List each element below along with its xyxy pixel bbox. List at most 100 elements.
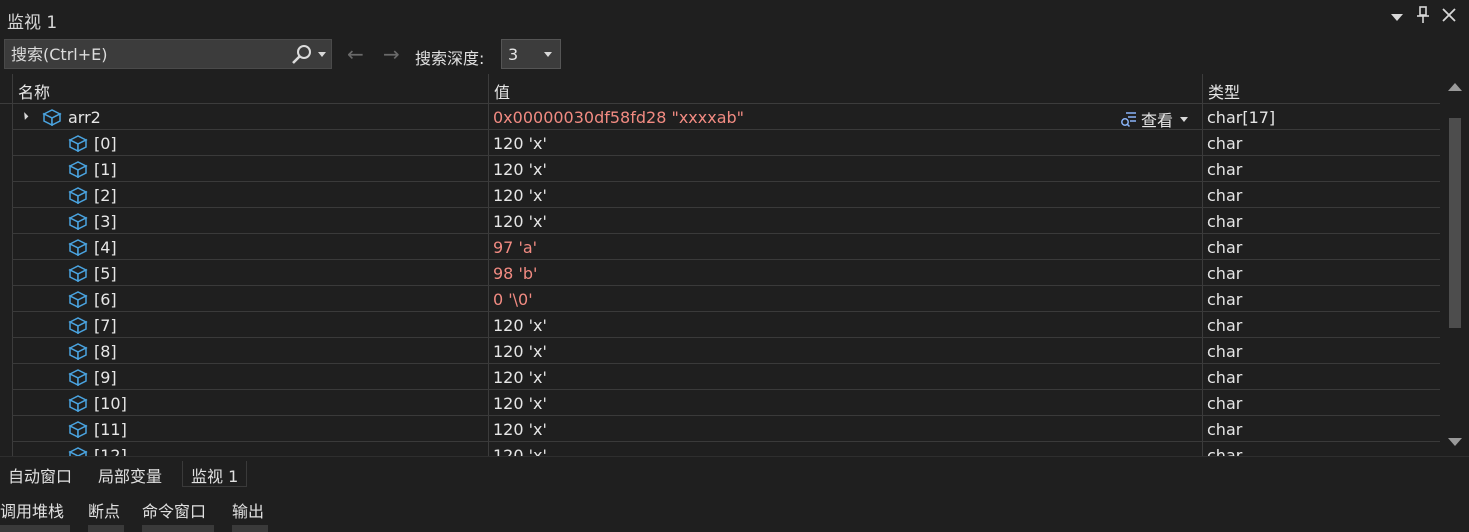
tab-underline — [88, 525, 124, 532]
watch-toolbar: ← → 搜索深度: 3 — [0, 36, 1469, 74]
table-row-parent[interactable]: arr2 0x00000030df58fd28 "xxxxab" 查看 char… — [12, 104, 1440, 130]
row-value: 98 'b' — [493, 264, 538, 283]
row-value: 120 'x' — [493, 342, 547, 361]
watch-grid: 名称 值 类型 arr2 0x00000030df58fd28 "xxxxab"… — [0, 74, 1440, 456]
scroll-down-icon[interactable] — [1448, 438, 1462, 446]
search-box — [4, 39, 332, 69]
table-row[interactable]: [2] 120 'x' char — [12, 182, 1440, 208]
grid-header: 名称 值 类型 — [0, 74, 1440, 104]
row-value: 120 'x' — [493, 186, 547, 205]
row-type: char[17] — [1207, 108, 1276, 127]
row-name: [8] — [94, 342, 117, 361]
variable-cube-icon — [68, 369, 88, 386]
variable-cube-icon — [68, 421, 88, 438]
variable-cube-icon — [68, 161, 88, 178]
table-row[interactable]: [8] 120 'x' char — [12, 338, 1440, 364]
window-menu-button[interactable] — [1386, 6, 1408, 28]
row-type: char — [1207, 134, 1243, 153]
row-value: 120 'x' — [493, 134, 547, 153]
row-name: [3] — [94, 212, 117, 231]
row-type: char — [1207, 420, 1243, 439]
row-name: [1] — [94, 160, 117, 179]
row-type: char — [1207, 264, 1243, 283]
table-row[interactable]: [7] 120 'x' char — [12, 312, 1440, 338]
variable-cube-icon — [68, 265, 88, 282]
close-icon — [1442, 8, 1456, 22]
variable-cube-icon — [68, 187, 88, 204]
row-name: [5] — [94, 264, 117, 283]
row-value: 97 'a' — [493, 238, 538, 257]
scroll-up-icon[interactable] — [1448, 83, 1462, 91]
tab-watch-1[interactable]: 监视 1 — [182, 461, 248, 487]
row-type: char — [1207, 394, 1243, 413]
vertical-scrollbar[interactable] — [1441, 74, 1469, 456]
row-name: [0] — [94, 134, 117, 153]
table-row[interactable]: [0] 120 'x' char — [12, 130, 1440, 156]
row-name: [12] — [94, 446, 127, 456]
chevron-down-icon — [1391, 14, 1403, 21]
row-type: char — [1207, 186, 1243, 205]
variable-cube-icon — [68, 343, 88, 360]
search-depth-value: 3 — [508, 45, 519, 64]
tool-window-tabs: 自动窗口 局部变量 监视 1 — [0, 456, 1469, 489]
row-value: 0x00000030df58fd28 "xxxxab" — [493, 108, 745, 127]
bottom-tabs: 调用堆栈 断点 命令窗口 输出 — [0, 488, 1469, 532]
table-row[interactable]: [9] 120 'x' char — [12, 364, 1440, 390]
magnifier-list-icon — [1121, 112, 1136, 128]
row-type: char — [1207, 160, 1243, 179]
collapse-triangle-icon[interactable] — [20, 112, 29, 120]
variable-cube-icon — [68, 317, 88, 334]
window-titlebar: 监视 1 — [0, 0, 1469, 36]
table-row[interactable]: [6] 0 '\0' char — [12, 286, 1440, 312]
search-icon[interactable] — [291, 44, 313, 66]
tab-autos[interactable]: 自动窗口 — [8, 461, 72, 491]
variable-cube-icon — [68, 135, 88, 152]
column-header-type[interactable]: 类型 — [1208, 79, 1240, 103]
table-row[interactable]: [12] 120 'x' char — [12, 442, 1440, 456]
table-row[interactable]: [1] 120 'x' char — [12, 156, 1440, 182]
search-depth-label: 搜索深度: — [415, 49, 485, 68]
tab-command-window[interactable]: 命令窗口 — [142, 498, 206, 522]
row-name: [2] — [94, 186, 117, 205]
row-name: arr2 — [68, 108, 101, 127]
variable-cube-icon — [68, 291, 88, 308]
scrollbar-thumb[interactable] — [1449, 118, 1461, 328]
variable-cube-icon — [68, 239, 88, 256]
table-row[interactable]: [5] 98 'b' char — [12, 260, 1440, 286]
tab-locals[interactable]: 局部变量 — [98, 461, 162, 491]
table-row[interactable]: [10] 120 'x' char — [12, 390, 1440, 416]
row-value: 120 'x' — [493, 368, 547, 387]
arrow-right-icon[interactable]: → — [383, 42, 400, 66]
close-button[interactable] — [1438, 6, 1460, 28]
row-type: char — [1207, 316, 1243, 335]
column-header-value[interactable]: 值 — [494, 79, 510, 103]
row-name: [4] — [94, 238, 117, 257]
view-visualizer-button[interactable]: 查看 — [1120, 107, 1189, 131]
variable-cube-icon — [42, 109, 62, 126]
table-row[interactable]: [4] 97 'a' char — [12, 234, 1440, 260]
table-row[interactable]: [11] 120 'x' char — [12, 416, 1440, 442]
search-input[interactable] — [11, 40, 281, 68]
variable-cube-icon — [68, 213, 88, 230]
row-type: char — [1207, 342, 1243, 361]
arrow-left-icon[interactable]: ← — [347, 42, 364, 66]
pin-icon — [1417, 6, 1429, 23]
row-value: 120 'x' — [493, 420, 547, 439]
row-value: 120 'x' — [493, 316, 547, 335]
tab-breakpoints[interactable]: 断点 — [88, 498, 120, 522]
window-title: 监视 1 — [7, 13, 58, 33]
tab-underline — [142, 525, 214, 532]
tab-call-stack[interactable]: 调用堆栈 — [0, 498, 64, 522]
table-row[interactable]: [3] 120 'x' char — [12, 208, 1440, 234]
chevron-down-icon — [544, 52, 552, 57]
row-value: 120 'x' — [493, 212, 547, 231]
search-options-chevron-icon[interactable] — [318, 52, 326, 57]
view-label: 查看 — [1141, 111, 1174, 130]
search-depth-select[interactable]: 3 — [501, 39, 561, 69]
pin-button[interactable] — [1412, 6, 1434, 28]
column-header-name[interactable]: 名称 — [18, 79, 50, 103]
variable-cube-icon — [68, 447, 88, 456]
tab-output[interactable]: 输出 — [232, 498, 264, 522]
row-name: [10] — [94, 394, 127, 413]
row-type: char — [1207, 238, 1243, 257]
